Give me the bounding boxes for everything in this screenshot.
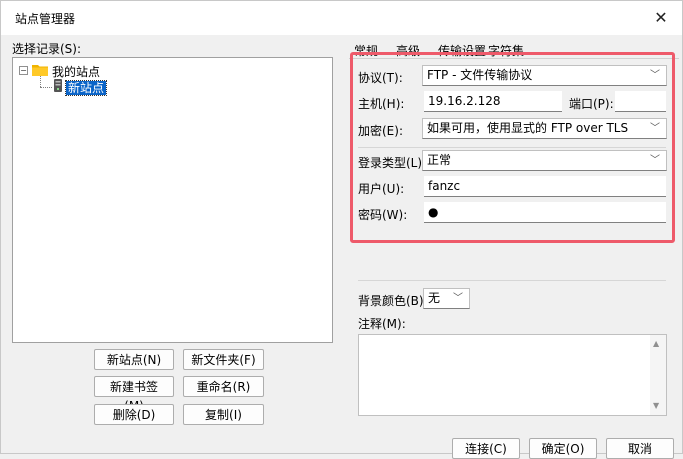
password-input[interactable]: ● — [424, 202, 666, 223]
tree-item-new-site-label: 新站点 — [64, 80, 108, 96]
rename-button[interactable]: 重命名(R) — [183, 376, 264, 397]
logon-type-select[interactable]: 正常 ﹀ — [422, 150, 667, 171]
separator — [358, 280, 666, 281]
site-tree[interactable]: − 我的站点 新站点 — [12, 57, 333, 343]
protocol-select[interactable]: FTP - 文件传输协议 ﹀ — [422, 65, 667, 86]
chevron-down-icon: ﹀ — [650, 70, 660, 81]
logon-type-label: 登录类型(L): — [358, 156, 427, 170]
new-folder-button[interactable]: 新文件夹(F) — [183, 349, 264, 370]
host-value: 19.16.2.128 — [428, 94, 501, 108]
new-bookmark-button[interactable]: 新建书签(M) — [94, 376, 174, 413]
host-label: 主机(H): — [358, 97, 405, 111]
cancel-button[interactable]: 取消 — [606, 438, 674, 459]
site-manager-dialog: 站点管理器 ✕ 选择记录(S): − 我的站点 新站点 新站点(N) 新文件夹(… — [0, 0, 683, 459]
collapse-toggle-icon[interactable]: − — [19, 66, 28, 75]
server-icon — [54, 79, 62, 92]
user-label: 用户(U): — [358, 182, 405, 196]
logon-type-value: 正常 — [427, 153, 452, 167]
tab-transfer-settings[interactable]: 传输设置 — [438, 42, 486, 59]
tab-general[interactable]: 常规 — [354, 42, 378, 59]
comments-label: 注释(M): — [358, 317, 406, 331]
bg-color-value: 无 — [428, 291, 441, 305]
comments-scrollbar[interactable]: ▲ ▼ — [650, 335, 666, 415]
encryption-select[interactable]: 如果可用，使用显式的 FTP over TLS ﹀ — [422, 118, 667, 139]
scroll-down-icon[interactable]: ▼ — [653, 401, 659, 410]
tree-connector — [40, 76, 41, 87]
connect-button[interactable]: 连接(C) — [452, 438, 520, 459]
protocol-value: FTP - 文件传输协议 — [427, 68, 533, 82]
scroll-up-icon[interactable]: ▲ — [653, 339, 659, 348]
ok-button[interactable]: 确定(O) — [529, 438, 597, 459]
user-value: fanzc — [428, 179, 461, 193]
tab-advanced[interactable]: 高级 — [396, 42, 420, 59]
close-icon: ✕ — [654, 8, 668, 27]
chevron-down-icon: ﹀ — [650, 123, 660, 134]
title-bar: 站点管理器 ✕ — [1, 1, 682, 35]
tree-item-my-sites[interactable]: 我的站点 — [52, 63, 100, 79]
close-button[interactable]: ✕ — [650, 7, 672, 29]
tab-divider — [349, 58, 679, 59]
bg-color-label: 背景颜色(B) — [358, 294, 424, 308]
password-label: 密码(W): — [358, 208, 408, 222]
port-input[interactable] — [615, 91, 666, 112]
copy-button[interactable]: 复制(I) — [183, 404, 264, 425]
chevron-down-icon: ﹀ — [650, 155, 660, 166]
bg-color-select[interactable]: 无 ﹀ — [423, 288, 470, 309]
chevron-down-icon: ﹀ — [453, 293, 463, 304]
host-input[interactable]: 19.16.2.128 — [424, 91, 562, 112]
tab-charset[interactable]: 字符集 — [488, 42, 524, 59]
encryption-label: 加密(E): — [358, 124, 403, 138]
user-input[interactable]: fanzc — [424, 176, 666, 197]
comments-textarea[interactable]: ▲ ▼ — [358, 334, 667, 416]
select-entry-label: 选择记录(S): — [12, 42, 82, 56]
delete-button[interactable]: 删除(D) — [94, 404, 174, 425]
tree-item-new-site[interactable]: 新站点 — [64, 79, 108, 96]
dialog-title: 站点管理器 — [15, 12, 76, 26]
tree-connector — [40, 87, 52, 88]
password-value: ● — [428, 205, 439, 219]
port-label: 端口(P): — [569, 97, 614, 111]
separator — [358, 147, 666, 148]
protocol-label: 协议(T): — [358, 71, 403, 85]
folder-icon — [32, 65, 48, 76]
new-site-button[interactable]: 新站点(N) — [94, 349, 174, 370]
encryption-value: 如果可用，使用显式的 FTP over TLS — [427, 121, 629, 135]
